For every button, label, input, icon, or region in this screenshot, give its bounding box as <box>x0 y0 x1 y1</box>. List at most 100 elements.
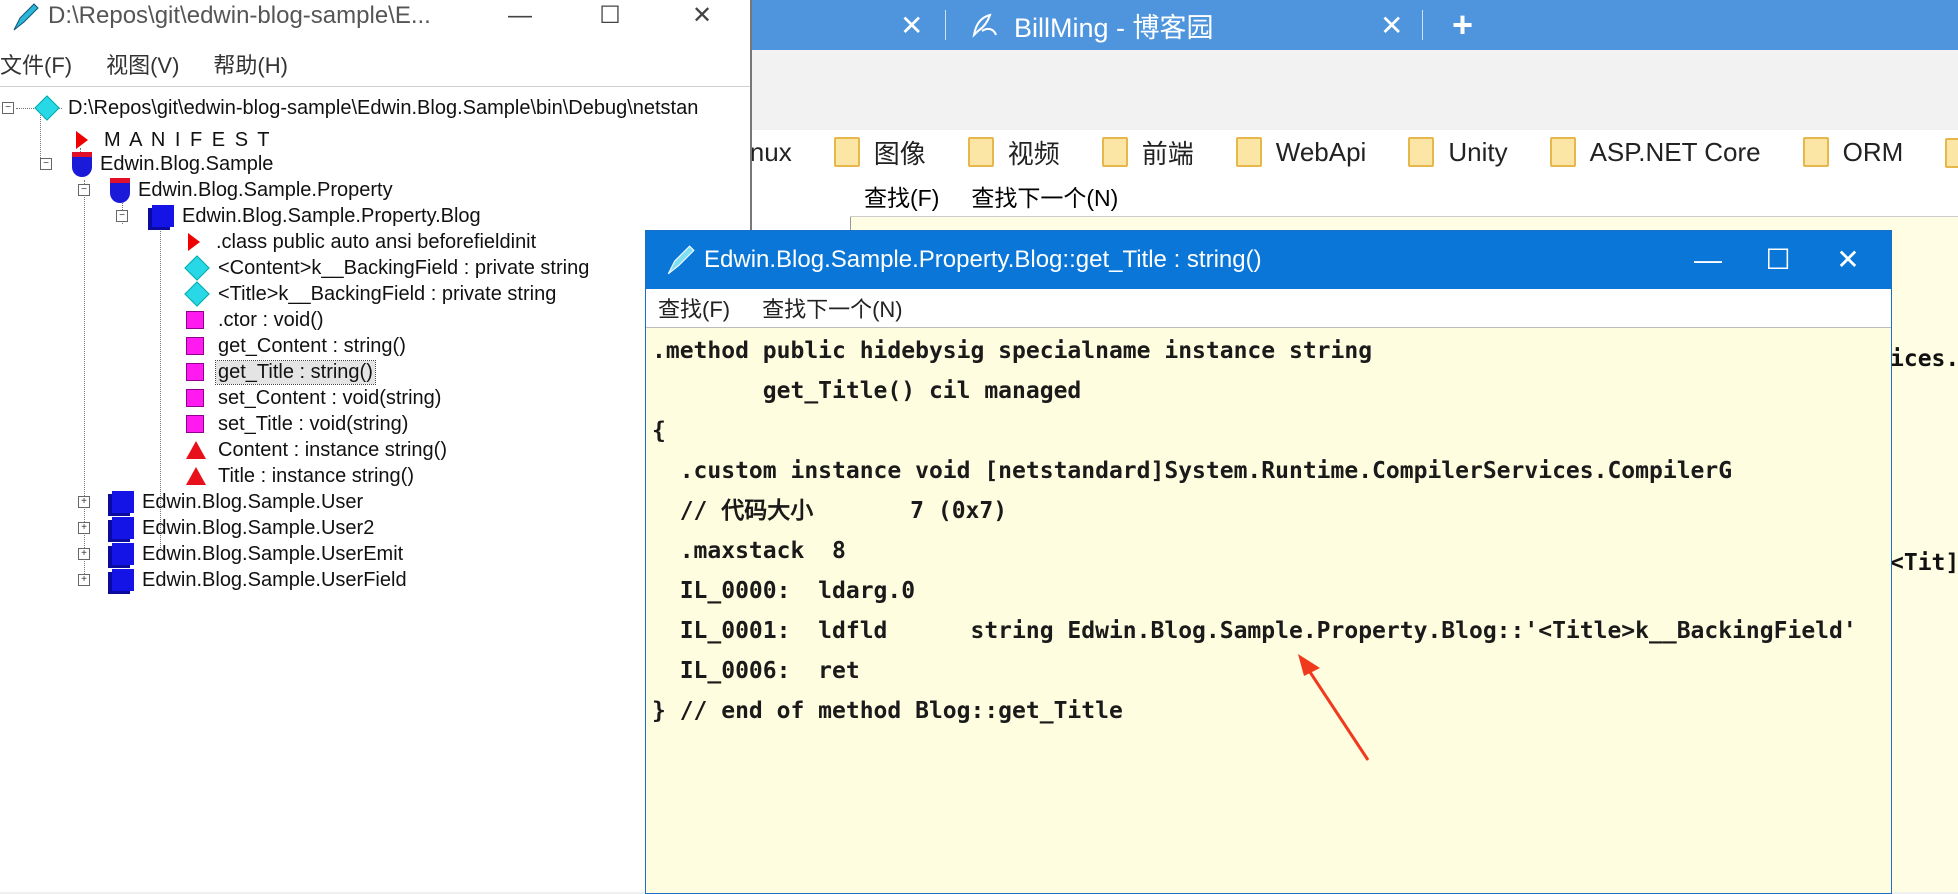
expand-toggle[interactable]: + <box>78 496 90 508</box>
field-diamond-icon <box>184 281 210 307</box>
close-button[interactable]: ✕ <box>667 0 737 32</box>
bookmark-video[interactable]: 视频 <box>967 134 1060 171</box>
bookmark-images[interactable]: 图像 <box>833 134 926 171</box>
background-code-fragment: <Tit] <box>1890 550 1958 576</box>
tree-label: Edwin.Blog.Sample.User2 <box>142 516 375 539</box>
close-tab-icon[interactable]: ✕ <box>1380 9 1403 42</box>
tree-node-class[interactable]: Edwin.Blog.Sample.UserField <box>108 566 407 594</box>
folder-icon <box>1235 137 1262 167</box>
tree-node-member[interactable]: <Content>k__BackingField : private strin… <box>184 254 589 282</box>
menu-file[interactable]: 文件(F) <box>0 48 72 80</box>
bookmark-label: 视频 <box>1007 138 1060 169</box>
folder-icon[interactable] <box>1945 138 1958 168</box>
il-code-view[interactable]: .method public hidebysig specialname ins… <box>652 331 1882 891</box>
bookmark-webapi[interactable]: WebApi <box>1235 136 1367 168</box>
red-flag-icon <box>76 131 88 149</box>
expand-toggle[interactable]: + <box>78 522 90 534</box>
red-flag-icon <box>188 233 200 251</box>
menu-find-next[interactable]: 查找下一个(N) <box>762 292 903 324</box>
menu-find[interactable]: 查找(F) <box>658 292 730 324</box>
tree-node-class[interactable]: Edwin.Blog.Sample.User2 <box>108 514 374 542</box>
tree-node-member[interactable]: .ctor : void() <box>186 306 324 334</box>
tree-root[interactable]: D:\Repos\git\edwin-blog-sample\Edwin.Blo… <box>16 94 750 122</box>
folder-icon <box>833 137 860 167</box>
tree-node-member[interactable]: <Title>k__BackingField : private string <box>184 280 556 308</box>
collapse-toggle[interactable]: − <box>78 184 90 196</box>
folder-icon <box>1101 137 1128 167</box>
assembly-tree[interactable]: − D:\Repos\git\edwin-blog-sample\Edwin.B… <box>0 90 750 892</box>
background-find-menu: 查找(F) 查找下一个(N) <box>850 176 1958 217</box>
browser-tab-1[interactable]: ✕ <box>900 0 923 50</box>
menu-help[interactable]: 帮助(H) <box>213 48 288 80</box>
bookmark-aspnetcore[interactable]: ASP.NET Core <box>1549 136 1761 168</box>
tree-label: Edwin.Blog.Sample.Property.Blog <box>182 204 481 227</box>
ildasm-app-icon <box>667 245 695 275</box>
tab-title: BillMing - 博客园 <box>1014 12 1214 43</box>
tree-node-member[interactable]: set_Title : void(string) <box>186 410 408 438</box>
field-diamond-icon <box>34 95 60 121</box>
minimize-button[interactable]: — <box>485 0 555 32</box>
tree-label: .ctor : void() <box>218 308 324 331</box>
method-icon <box>186 311 204 329</box>
tree-label: Edwin.Blog.Sample.Property <box>138 178 393 201</box>
tree-label: M A N I F E S T <box>104 128 272 151</box>
tree-label: Title : instance string() <box>218 464 414 487</box>
menu-find-next[interactable]: 查找下一个(N) <box>971 179 1118 213</box>
bookmark-label: ASP.NET Core <box>1589 136 1761 167</box>
browser-tab-2-close[interactable]: ✕ <box>1380 0 1403 50</box>
close-tab-icon[interactable]: ✕ <box>900 9 923 42</box>
folder-icon <box>1802 137 1829 167</box>
ildasm-titlebar: D:\Repos\git\edwin-blog-sample\E... — ☐ … <box>0 0 750 32</box>
menu-view[interactable]: 视图(V) <box>106 48 179 80</box>
tree-node-assembly[interactable]: Edwin.Blog.Sample <box>72 150 273 178</box>
method-il-window: Edwin.Blog.Sample.Property.Blog::get_Tit… <box>645 230 1892 894</box>
annotation-arrow <box>1298 654 1370 761</box>
browser-tab-2[interactable]: BillMing - 博客园 <box>968 0 1214 50</box>
tree-label: Content : instance string() <box>218 438 447 461</box>
tree-label: set_Content : void(string) <box>218 386 442 409</box>
code-line: } // end of method Blog::get_Title <box>652 698 1123 724</box>
bookmark-frontend[interactable]: 前端 <box>1101 134 1194 171</box>
bookmark-label: WebApi <box>1275 136 1367 167</box>
tree-label: Edwin.Blog.Sample.User <box>142 490 364 513</box>
tree-node-class[interactable]: Edwin.Blog.Sample.Property.Blog <box>148 202 481 230</box>
menu-find[interactable]: 查找(F) <box>864 179 939 213</box>
method-icon <box>186 389 204 407</box>
window-title: D:\Repos\git\edwin-blog-sample\E... <box>48 2 431 29</box>
maximize-button[interactable]: ☐ <box>575 0 645 32</box>
collapse-toggle[interactable]: − <box>116 210 128 222</box>
folder-icon <box>1408 137 1435 167</box>
tree-node-member-selected[interactable]: get_Title : string() <box>186 358 376 386</box>
class-icon <box>112 569 134 591</box>
tree-node-class[interactable]: Edwin.Blog.Sample.User <box>108 488 363 516</box>
tree-node-member[interactable]: .class public auto ansi beforefieldinit <box>188 228 536 256</box>
bookmark-orm[interactable]: ORM <box>1802 136 1904 168</box>
plus-icon[interactable]: + <box>1452 4 1473 46</box>
bookmark-label: ORM <box>1842 136 1904 167</box>
bookmark-unity[interactable]: Unity <box>1408 137 1508 168</box>
expand-toggle[interactable]: + <box>78 574 90 586</box>
tree-label: Edwin.Blog.Sample <box>100 152 274 175</box>
tree-node-class[interactable]: Edwin.Blog.Sample.UserEmit <box>108 540 403 568</box>
tree-node-member[interactable]: set_Content : void(string) <box>186 384 441 412</box>
assembly-icon <box>72 151 92 177</box>
ildasm-app-icon <box>13 3 39 31</box>
expand-toggle[interactable]: + <box>78 548 90 560</box>
collapse-toggle[interactable]: − <box>40 158 52 170</box>
tree-node-member[interactable]: get_Content : string() <box>186 332 406 360</box>
divider <box>0 86 750 87</box>
tree-node-namespace[interactable]: Edwin.Blog.Sample.Property <box>110 176 393 204</box>
ildasm-menubar: 文件(F) 视图(V) 帮助(H) <box>0 46 750 82</box>
cnblogs-icon <box>972 13 997 38</box>
class-icon <box>112 491 134 513</box>
tree-node-member[interactable]: Content : instance string() <box>186 436 447 464</box>
method-menubar: 查找(F) 查找下一个(N) <box>646 289 1891 328</box>
property-triangle-icon <box>186 467 206 485</box>
collapse-toggle[interactable]: − <box>2 102 14 114</box>
new-tab-button[interactable]: + <box>1452 0 1473 50</box>
method-icon <box>186 415 204 433</box>
tree-node-member[interactable]: Title : instance string() <box>186 462 414 490</box>
close-button[interactable]: ✕ <box>1806 231 1890 289</box>
tree-label: D:\Repos\git\edwin-blog-sample\Edwin.Blo… <box>68 96 699 119</box>
class-icon <box>112 517 134 539</box>
